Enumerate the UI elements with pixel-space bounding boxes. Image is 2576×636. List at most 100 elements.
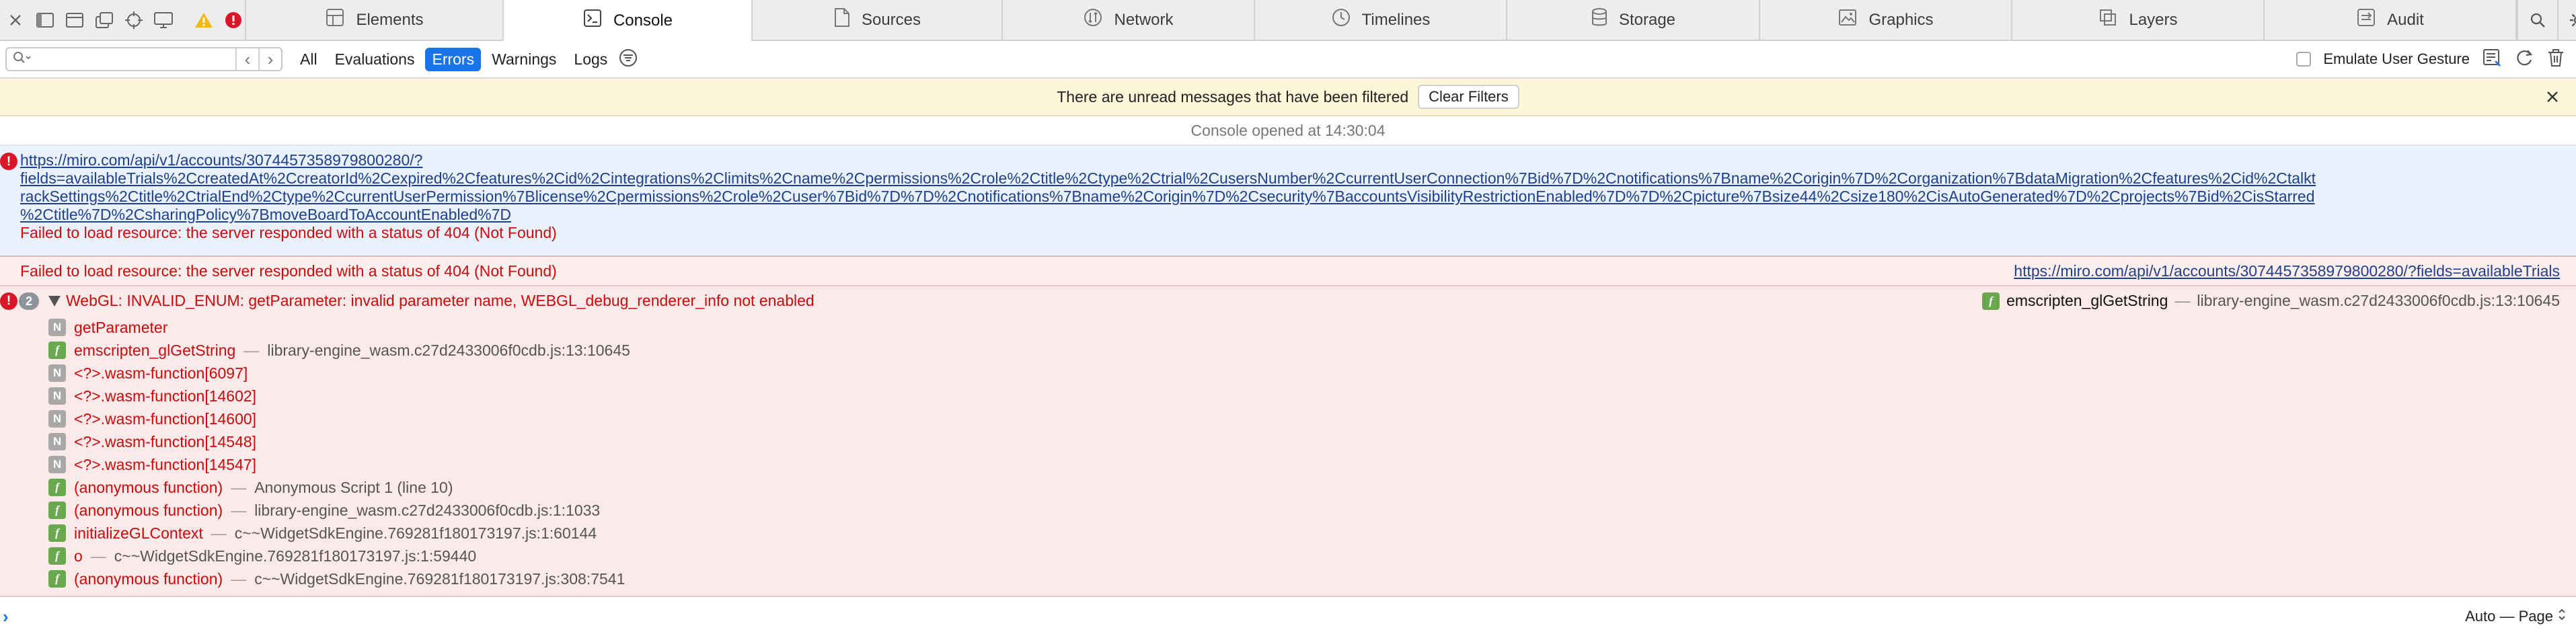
reload-icon[interactable]	[2514, 48, 2534, 71]
timelines-icon	[1331, 7, 1351, 32]
close-devtools-icon[interactable]	[4, 9, 27, 32]
resource-url-link[interactable]: https://miro.com/api/v1/accounts/3074457…	[20, 151, 2556, 169]
layers-icon	[2098, 7, 2118, 32]
frame-function-name: (anonymous function)	[74, 569, 223, 588]
filter-search-input[interactable]	[32, 49, 235, 69]
clear-filters-button[interactable]: Clear Filters	[1418, 85, 1519, 109]
undock-icon[interactable]	[93, 9, 116, 32]
error-icon[interactable]	[222, 9, 245, 32]
stack-frame[interactable]: f o — c~~WidgetSdkEngine.769281f180173197.j…	[48, 545, 630, 567]
tab-graphics[interactable]: Graphics	[1760, 0, 2012, 40]
message-source[interactable]: f emscripten_glGetString — library-engin…	[1982, 292, 2560, 310]
level-all[interactable]: All	[293, 48, 324, 71]
frame-location[interactable]: c~~WidgetSdkEngine.769281f180173197.js:1…	[235, 524, 597, 543]
execution-context-select[interactable]: Auto — Page	[2465, 607, 2567, 626]
separator: —	[211, 524, 227, 542]
preserve-log-icon[interactable]	[2482, 48, 2502, 71]
frame-function-name: <?>.wasm-function[14548]	[74, 432, 257, 450]
level-evaluations[interactable]: Evaluations	[328, 48, 422, 71]
resource-url-link[interactable]: %2Ctitle%7D%2CsharingPolicy%7BmoveBoardT…	[20, 206, 2556, 224]
frame-function-name: <?>.wasm-function[14547]	[74, 455, 257, 473]
separator: —	[2174, 292, 2191, 309]
chevron-updown-icon	[2557, 607, 2567, 626]
clear-console-icon[interactable]	[2546, 48, 2565, 71]
chevron-left-icon: ‹	[244, 48, 251, 69]
warning-icon[interactable]	[192, 9, 215, 32]
tab-storage[interactable]: Storage	[1507, 0, 1760, 40]
frame-location[interactable]: c~~WidgetSdkEngine.769281f180173197.js:1…	[114, 547, 476, 565]
tab-sources[interactable]: Sources	[753, 0, 1003, 40]
tab-label: Sources	[861, 10, 921, 29]
filtered-banner-text: There are unread messages that have been…	[1057, 87, 1409, 106]
audit-icon	[2356, 7, 2376, 32]
tab-network[interactable]: Network	[1003, 0, 1255, 40]
stack-frame[interactable]: f (anonymous function) — c~~WidgetSdkEngine…	[48, 567, 630, 590]
native-icon: N	[48, 364, 66, 382]
stack-frame[interactable]: N <?>.wasm-function[14548]	[48, 430, 630, 453]
tab-audit[interactable]: Audit	[2265, 0, 2517, 40]
level-errors[interactable]: Errors	[425, 47, 482, 71]
tab-console[interactable]: Console	[504, 0, 753, 41]
resource-url-link[interactable]: fields=availableTrials%2CcreatedAt%2Ccre…	[20, 169, 2556, 188]
frame-function-name: o	[74, 547, 83, 565]
stack-frame[interactable]: f emscripten_glGetString — library-engine_w…	[48, 339, 630, 362]
close-icon[interactable]	[2541, 85, 2564, 108]
more-filters-icon[interactable]	[618, 48, 638, 71]
console-icon	[582, 8, 603, 33]
level-warnings[interactable]: Warnings	[485, 48, 563, 71]
error-icon: !	[0, 153, 17, 170]
sources-icon	[833, 7, 851, 32]
frame-function-name: initializeGLContext	[74, 524, 203, 542]
message-source-link[interactable]: https://miro.com/api/v1/accounts/3074457…	[2014, 262, 2560, 280]
separator: —	[231, 569, 247, 588]
separator: —	[90, 547, 106, 565]
console-prompt[interactable]: › Auto — Page	[0, 597, 2576, 636]
frame-location[interactable]: library-engine_wasm.c27d2433006f0cdb.js:…	[267, 342, 630, 360]
frame-function-name: emscripten_glGetString	[74, 341, 236, 359]
stack-frame[interactable]: N <?>.wasm-function[14602]	[48, 385, 630, 407]
stack-frame[interactable]: f (anonymous function) — Anonymous Script 1…	[48, 476, 630, 499]
tab-elements[interactable]: Elements	[246, 0, 504, 40]
native-icon: N	[48, 433, 66, 450]
tab-label: Elements	[356, 10, 424, 29]
stack-frame[interactable]: N <?>.wasm-function[14547]	[48, 453, 630, 476]
resource-url-link[interactable]: rackSettings%2Ctitle%2CtrialEnd%2Ctype%2…	[20, 188, 2556, 206]
tab-label: Graphics	[1868, 10, 1934, 29]
stack-frame[interactable]: N <?>.wasm-function[6097]	[48, 362, 630, 385]
tab-layers[interactable]: Layers	[2012, 0, 2265, 40]
filter-search-box: ‹ ›	[5, 47, 282, 71]
disclosure-triangle-icon[interactable]	[48, 296, 61, 307]
frame-location[interactable]: c~~WidgetSdkEngine.769281f180173197.js:3…	[254, 570, 625, 588]
tab-timelines[interactable]: Timelines	[1255, 0, 1507, 40]
message-header[interactable]: ! 2 WebGL: INVALID_ENUM: getParameter: i…	[0, 286, 2576, 316]
source-location: library-engine_wasm.c27d2433006f0cdb.js:…	[2197, 292, 2560, 309]
frame-location[interactable]: Anonymous Script 1 (line 10)	[254, 479, 453, 497]
stack-frame[interactable]: f (anonymous function) — library-engine_was…	[48, 499, 630, 522]
search-icon[interactable]	[2517, 0, 2557, 40]
function-icon: f	[48, 547, 66, 565]
dock-right-icon[interactable]	[63, 9, 86, 32]
frame-function-name: <?>.wasm-function[14600]	[74, 409, 257, 428]
dock-bottom-icon[interactable]	[34, 9, 56, 32]
separator: —	[231, 501, 247, 519]
gear-icon[interactable]	[2557, 0, 2576, 40]
error-message-text: Failed to load resource: the server resp…	[20, 262, 557, 280]
console-message-1: ! https://miro.com/api/v1/accounts/30744…	[0, 146, 2576, 257]
inspect-element-icon[interactable]	[122, 9, 145, 32]
frame-location[interactable]: library-engine_wasm.c27d2433006f0cdb.js:…	[254, 502, 600, 520]
stack-frame[interactable]: N <?>.wasm-function[14600]	[48, 407, 630, 430]
next-match-button[interactable]: ›	[258, 47, 281, 71]
devtools-tab-bar: Elements Console Sources Network Timelin…	[0, 0, 2576, 41]
native-icon: N	[48, 387, 66, 405]
stack-frame[interactable]: NgetParameter	[48, 316, 630, 339]
emulate-gesture-checkbox[interactable]	[2296, 52, 2312, 67]
function-icon: f	[48, 479, 66, 496]
error-message-text: Failed to load resource: the server resp…	[20, 224, 557, 241]
stack-frame[interactable]: f initializeGLContext — c~~WidgetSdkEngine.…	[48, 522, 630, 545]
emulate-gesture-label: Emulate User Gesture	[2323, 50, 2470, 67]
previous-match-button[interactable]: ‹	[235, 47, 258, 71]
tab-label: Network	[1114, 10, 1174, 29]
device-icon[interactable]	[152, 9, 175, 32]
function-icon: f	[48, 570, 66, 588]
level-logs[interactable]: Logs	[567, 48, 614, 71]
